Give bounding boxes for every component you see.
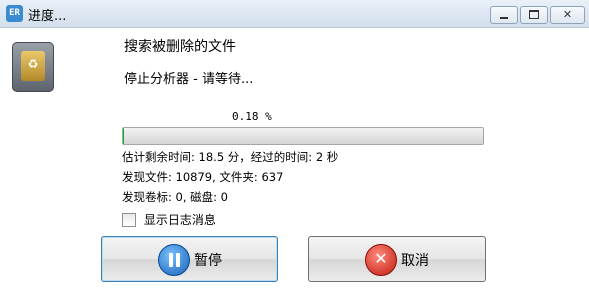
dialog-heading: 搜索被删除的文件 (124, 39, 236, 55)
pause-button[interactable]: 暂停 (101, 236, 278, 282)
recycle-bin-icon: ♻ (12, 42, 54, 92)
volumes-found-info: 发现卷标: 0, 磁盘: 0 (122, 190, 229, 204)
maximize-button[interactable] (520, 6, 548, 24)
close-button[interactable]: ✕ (550, 6, 585, 24)
pause-icon (158, 244, 190, 276)
cancel-button-label: 取消 (401, 253, 429, 269)
show-log-label: 显示日志消息 (143, 213, 216, 227)
minimize-button[interactable] (490, 6, 518, 24)
progress-fill (123, 128, 125, 144)
progress-percent: 0.18 % (232, 110, 272, 123)
cancel-x-icon: ✕ (365, 244, 397, 276)
time-info: 估计剩余时间: 18.5 分，经过的时间: 2 秒 (122, 150, 339, 164)
recycle-symbol-icon: ♻ (27, 57, 39, 71)
close-icon: ✕ (562, 8, 573, 21)
cancel-button[interactable]: ✕ 取消 (308, 236, 486, 282)
show-log-option[interactable]: 显示日志消息 (122, 211, 216, 227)
show-log-checkbox[interactable] (122, 212, 136, 227)
progress-bar (122, 127, 484, 145)
app-logo-icon: ER (6, 5, 23, 22)
status-text: 停止分析器 - 请等待... (124, 72, 254, 87)
window-title: 进度... (28, 9, 67, 24)
files-found-info: 发现文件: 10879, 文件夹: 637 (122, 170, 284, 184)
title-bar: ER 进度... ✕ (0, 0, 589, 28)
pause-button-label: 暂停 (194, 253, 222, 269)
